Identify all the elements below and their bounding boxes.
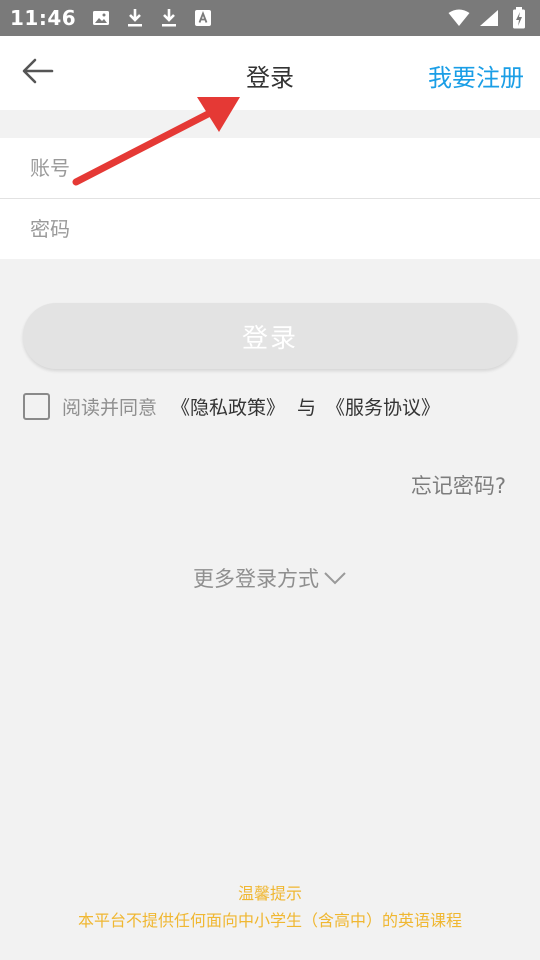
agreement-prefix: 阅读并同意 (62, 397, 158, 419)
tip-title: 温馨提示 (237, 884, 302, 903)
download-icon (124, 7, 146, 29)
login-form (0, 138, 540, 259)
password-row (0, 198, 540, 258)
signal-icon (478, 7, 500, 29)
more-login-options[interactable]: 更多登录方式 (0, 563, 540, 593)
chevron-down-icon (323, 571, 347, 585)
agreement-checkbox[interactable] (23, 393, 50, 420)
notification-icons (90, 7, 214, 29)
header-bar: 登录 我要注册 (0, 36, 540, 110)
forgot-password-link[interactable]: 忘记密码? (411, 470, 506, 500)
account-input[interactable] (30, 156, 510, 180)
service-agreement-link[interactable]: 《服务协议》 (326, 393, 440, 420)
tip-text: 本平台不提供任何面向中小学生（含高中）的英语课程 (77, 911, 462, 930)
system-icons (448, 7, 530, 29)
register-link[interactable]: 我要注册 (428, 58, 524, 93)
wifi-icon (448, 7, 470, 29)
account-row (0, 138, 540, 198)
privacy-policy-link[interactable]: 《隐私政策》 (171, 393, 285, 420)
login-button[interactable]: 登录 (23, 303, 517, 369)
status-time: 11:46 (10, 6, 77, 30)
battery-charging-icon (508, 7, 530, 29)
font-app-icon (192, 7, 214, 29)
image-icon (90, 7, 112, 29)
agreement-and: 与 (297, 397, 317, 419)
password-input[interactable] (30, 216, 510, 241)
download-icon (158, 7, 180, 29)
agreement-row: 阅读并同意 《隐私政策》 与 《服务协议》 (23, 393, 440, 420)
more-login-label: 更多登录方式 (193, 567, 319, 591)
status-bar: 11:46 (0, 0, 540, 36)
